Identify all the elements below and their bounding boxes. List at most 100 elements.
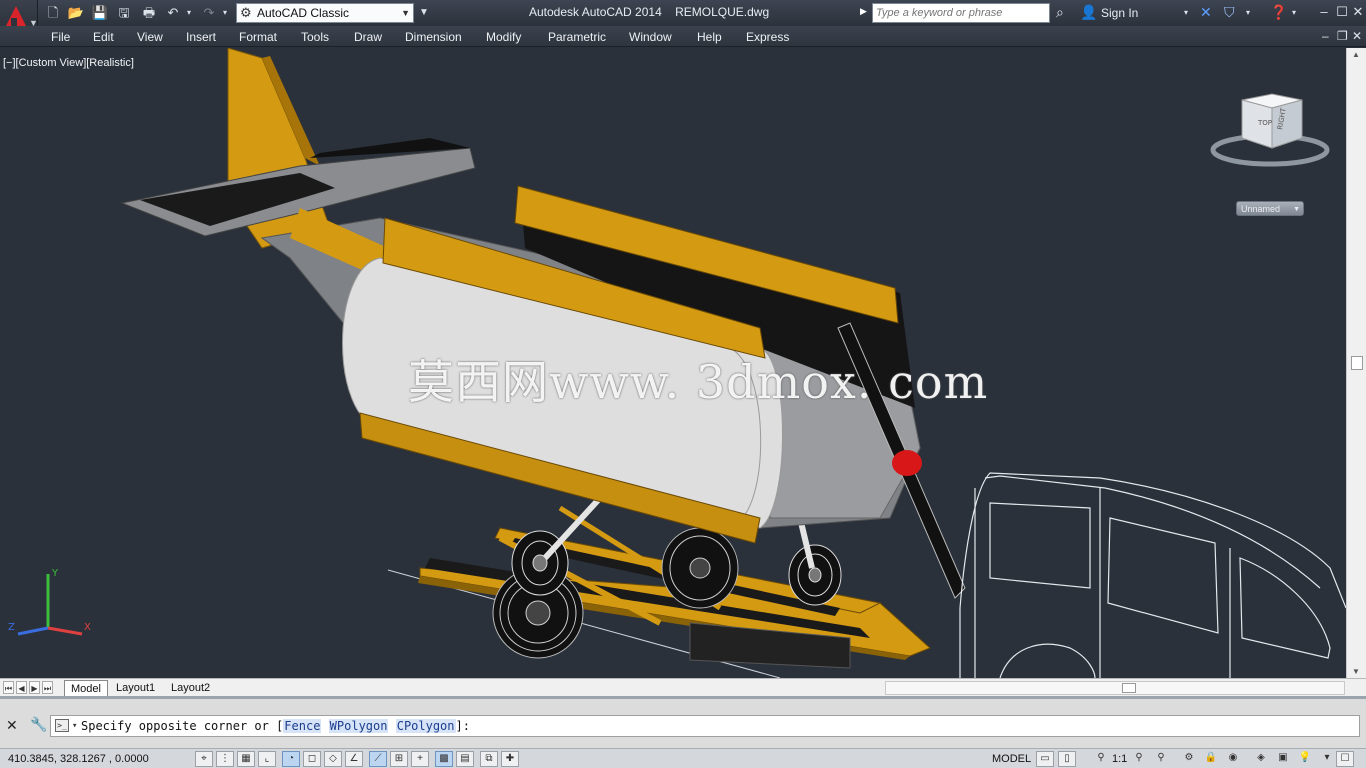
wrench-icon[interactable]: 🔧 bbox=[30, 716, 47, 733]
doc-restore-icon[interactable]: ❐ bbox=[1337, 29, 1348, 43]
annotation-visibility-icon[interactable]: ⚲ bbox=[1130, 751, 1148, 767]
minimize-icon[interactable]: – bbox=[1316, 2, 1332, 22]
transparency-icon[interactable]: ▩ bbox=[435, 751, 453, 767]
vertical-scrollbar[interactable]: ▲ ▼ bbox=[1346, 48, 1366, 678]
option-rest: Polygon bbox=[403, 719, 455, 733]
object-snap-icon[interactable]: ◻ bbox=[303, 751, 321, 767]
cube-top-text: TOP bbox=[1257, 119, 1272, 127]
scroll-down-icon[interactable]: ▼ bbox=[1352, 667, 1360, 676]
first-tab-icon[interactable]: ⏮ bbox=[3, 681, 14, 694]
menu-draw[interactable]: Draw bbox=[354, 30, 382, 44]
dynamic-ucs-icon[interactable]: ⟋ bbox=[369, 751, 387, 767]
quick-view-drawings-icon[interactable]: ▯ bbox=[1058, 751, 1076, 767]
command-line: ✕ 🔧 >_ ▾ Specify opposite corner or [Fen… bbox=[0, 696, 1366, 748]
workspace-label: AutoCAD Classic bbox=[257, 6, 350, 20]
toolbar-lock-icon[interactable]: 🔒 bbox=[1202, 751, 1220, 767]
customize-quick-access-icon[interactable]: ▼ bbox=[415, 4, 433, 22]
sign-in-link[interactable]: Sign In bbox=[1101, 6, 1138, 20]
last-tab-icon[interactable]: ⏭ bbox=[42, 681, 53, 694]
prev-tab-icon[interactable]: ◀ bbox=[16, 681, 27, 694]
command-option-cpolygon[interactable]: CPolygon bbox=[395, 719, 456, 733]
tab-layout1[interactable]: Layout1 bbox=[110, 680, 161, 696]
ortho-icon[interactable]: ⌞ bbox=[258, 751, 276, 767]
dynamic-input-icon[interactable]: ⊞ bbox=[390, 751, 408, 767]
maximize-icon[interactable]: ☐ bbox=[1334, 2, 1350, 22]
menu-dimension[interactable]: Dimension bbox=[405, 30, 462, 44]
menu-parametric[interactable]: Parametric bbox=[548, 30, 606, 44]
chevron-down-icon[interactable]: ▾ bbox=[1184, 8, 1188, 17]
chevron-down-icon[interactable]: ▾ bbox=[72, 716, 77, 736]
menu-window[interactable]: Window bbox=[629, 30, 672, 44]
menu-tools[interactable]: Tools bbox=[301, 30, 329, 44]
tab-layout2[interactable]: Layout2 bbox=[165, 680, 216, 696]
close-icon[interactable]: ✕ bbox=[6, 717, 18, 734]
chevron-down-icon[interactable]: ▾ bbox=[1292, 8, 1296, 17]
chevron-down-icon: ▼ bbox=[401, 8, 410, 18]
lineweight-icon[interactable]: + bbox=[411, 751, 429, 767]
scroll-thumb[interactable] bbox=[1122, 683, 1136, 693]
next-tab-icon[interactable]: ▶ bbox=[29, 681, 40, 694]
snap-mode-icon[interactable]: ⋮ bbox=[216, 751, 234, 767]
drawing-viewport[interactable]: [−][Custom View][Realistic] 莫西网www. 3dmo… bbox=[0, 48, 1346, 678]
save-as-icon[interactable]: 🖫 bbox=[115, 4, 133, 22]
infer-constraints-icon[interactable]: ⌖ bbox=[195, 751, 213, 767]
status-bar: 410.3845, 328.1267 , 0.0000 ⌖ ⋮ ▦ ⌞ ◔ ◻ … bbox=[0, 748, 1366, 768]
new-file-icon[interactable]: 🗋 bbox=[44, 4, 62, 22]
menu-insert[interactable]: Insert bbox=[186, 30, 216, 44]
watermark-text: 莫西网www. 3dmox. com bbox=[408, 355, 989, 409]
clean-screen-toggle-icon[interactable]: ▣ bbox=[1274, 751, 1292, 767]
isolate-objects-icon[interactable]: ◈ bbox=[1252, 751, 1270, 767]
coordinate-readout[interactable]: 410.3845, 328.1267 , 0.0000 bbox=[8, 753, 149, 765]
named-view-dropdown[interactable]: Unnamed ▼ bbox=[1236, 201, 1304, 216]
annotation-monitor-icon[interactable]: ✚ bbox=[501, 751, 519, 767]
clean-screen-icon[interactable]: ☐ bbox=[1336, 751, 1354, 767]
menu-edit[interactable]: Edit bbox=[93, 30, 114, 44]
model-space-toggle[interactable]: MODEL bbox=[992, 753, 1031, 765]
exchange-apps-icon[interactable]: ✕ bbox=[1200, 4, 1212, 21]
doc-close-icon[interactable]: ✕ bbox=[1352, 29, 1362, 43]
plot-icon[interactable]: 🖶 bbox=[140, 4, 158, 22]
annotation-scale[interactable]: 1:1 bbox=[1112, 753, 1127, 765]
menu-format[interactable]: Format bbox=[239, 30, 277, 44]
tab-model[interactable]: Model bbox=[64, 680, 108, 696]
scroll-thumb[interactable] bbox=[1351, 356, 1363, 370]
menu-help[interactable]: Help bbox=[697, 30, 722, 44]
hardware-acceleration-icon[interactable]: ◉ bbox=[1224, 751, 1242, 767]
redo-dropdown-icon[interactable]: ▾ bbox=[216, 4, 234, 22]
quick-properties-icon[interactable]: ▤ bbox=[456, 751, 474, 767]
workspace-switching-icon[interactable]: ⚙ bbox=[1180, 751, 1198, 767]
menu-file[interactable]: File bbox=[51, 30, 70, 44]
auto-scale-icon[interactable]: ⚲ bbox=[1152, 751, 1170, 767]
search-input[interactable] bbox=[872, 3, 1050, 23]
chevron-down-icon[interactable]: ▾ bbox=[1318, 751, 1336, 767]
save-icon[interactable]: 💾 bbox=[91, 4, 109, 22]
object-snap-tracking-icon[interactable]: ∠ bbox=[345, 751, 363, 767]
help-icon[interactable]: ❓ bbox=[1270, 4, 1287, 21]
binoculars-search-icon[interactable]: ⌕ bbox=[1056, 4, 1064, 21]
close-icon[interactable]: ✕ bbox=[1350, 2, 1366, 22]
command-option-wpolygon[interactable]: WPolygon bbox=[328, 719, 389, 733]
command-input[interactable]: >_ ▾ Specify opposite corner or [Fence W… bbox=[50, 715, 1360, 737]
viewport-controls-label[interactable]: [−][Custom View][Realistic] bbox=[3, 57, 134, 69]
title-bar: ▼ 🗋 📂 💾 🖫 🖶 ↶ ▾ ↷ ▾ ⚙ AutoCAD Classic ▼ … bbox=[0, 0, 1366, 46]
horizontal-scrollbar[interactable] bbox=[885, 681, 1345, 695]
undo-dropdown-icon[interactable]: ▾ bbox=[180, 4, 198, 22]
open-file-icon[interactable]: 📂 bbox=[67, 4, 85, 22]
chevron-down-icon[interactable]: ▾ bbox=[1246, 8, 1250, 17]
polar-tracking-icon[interactable]: ◔ bbox=[282, 751, 300, 767]
selection-cycling-icon[interactable]: ⧉ bbox=[480, 751, 498, 767]
command-option-fence[interactable]: Fence bbox=[283, 719, 322, 733]
quick-view-layouts-icon[interactable]: ▭ bbox=[1036, 751, 1054, 767]
menu-view[interactable]: View bbox=[137, 30, 163, 44]
viewcube[interactable]: TOP RIGHT bbox=[1210, 92, 1330, 172]
grid-icon[interactable]: ▦ bbox=[237, 751, 255, 767]
3d-object-snap-icon[interactable]: ◇ bbox=[324, 751, 342, 767]
menu-express[interactable]: Express bbox=[746, 30, 789, 44]
doc-minimize-icon[interactable]: – bbox=[1322, 29, 1329, 43]
workspace-selector[interactable]: ⚙ AutoCAD Classic ▼ bbox=[236, 3, 414, 23]
lightbulb-icon[interactable]: 💡 bbox=[1296, 751, 1314, 767]
scroll-up-icon[interactable]: ▲ bbox=[1352, 50, 1360, 59]
autodesk-360-icon[interactable]: ⛉ bbox=[1224, 4, 1235, 21]
menu-modify[interactable]: Modify bbox=[486, 30, 521, 44]
search-expand-icon[interactable]: ▶ bbox=[860, 6, 867, 17]
